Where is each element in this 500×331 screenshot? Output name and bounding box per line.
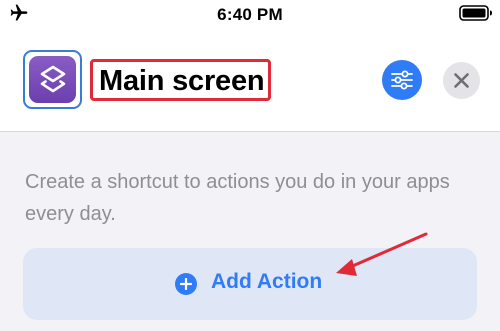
shortcut-header: Main screen bbox=[0, 34, 500, 132]
close-button[interactable] bbox=[443, 62, 480, 99]
page-title: Main screen bbox=[99, 65, 265, 97]
status-bar: 6:40 PM bbox=[0, 0, 500, 34]
settings-button[interactable] bbox=[382, 60, 422, 100]
empty-state-description: Create a shortcut to actions you do in y… bbox=[25, 171, 450, 225]
shortcut-name-field[interactable]: Main screen bbox=[90, 59, 271, 101]
add-action-label: Add Action bbox=[211, 270, 323, 293]
battery-icon bbox=[459, 5, 492, 21]
shortcut-icon-button[interactable] bbox=[23, 50, 82, 109]
sliders-icon bbox=[391, 70, 413, 90]
status-time: 6:40 PM bbox=[217, 5, 283, 24]
close-icon bbox=[454, 73, 469, 88]
plus-circle-icon bbox=[175, 273, 197, 295]
shortcuts-layers-icon bbox=[29, 56, 76, 103]
add-action-button[interactable]: Add Action bbox=[23, 248, 477, 320]
